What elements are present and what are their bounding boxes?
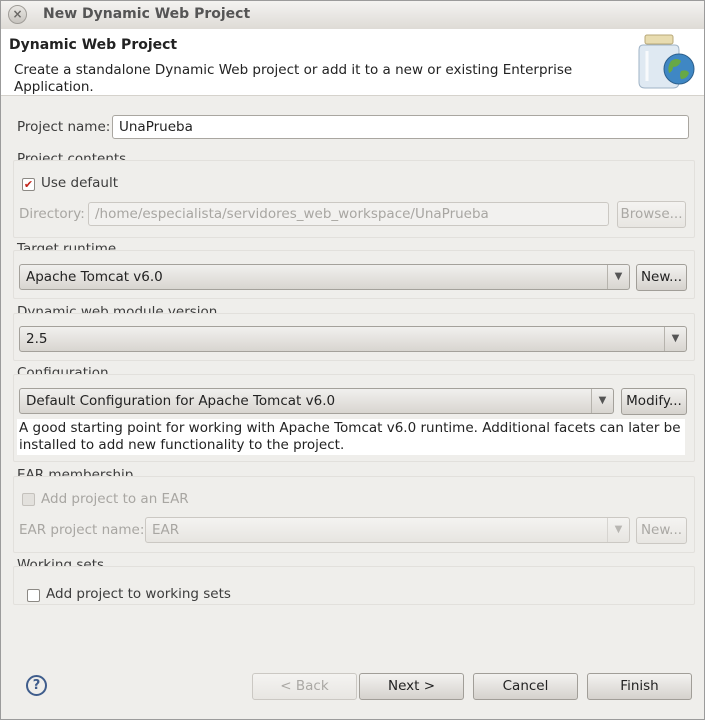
web-module-version-value: 2.5 — [26, 331, 48, 347]
use-default-checkbox[interactable]: ✔ — [22, 178, 35, 191]
configuration-description: A good starting point for working with A… — [17, 419, 685, 455]
cancel-button[interactable]: Cancel — [473, 673, 578, 700]
project-name-input[interactable]: UnaPrueba — [112, 115, 689, 139]
configuration-value: Default Configuration for Apache Tomcat … — [26, 393, 336, 409]
modify-configuration-button[interactable]: Modify... — [621, 388, 687, 415]
use-default-label: Use default — [41, 175, 119, 191]
title-bar: × New Dynamic Web Project — [1, 1, 704, 30]
add-to-working-sets-label: Add project to working sets — [46, 586, 231, 602]
back-button[interactable]: < Back — [252, 673, 357, 700]
new-runtime-button[interactable]: New... — [636, 264, 687, 291]
add-to-ear-label: Add project to an EAR — [41, 491, 189, 507]
target-runtime-select[interactable]: Apache Tomcat v6.0 ▼ — [19, 264, 630, 290]
directory-input[interactable]: /home/especialista/servidores_web_worksp… — [88, 202, 609, 226]
chevron-down-icon[interactable]: ▼ — [607, 518, 629, 542]
wizard-header: Dynamic Web Project Create a standalone … — [1, 29, 704, 96]
browse-button[interactable]: Browse... — [617, 201, 686, 228]
target-runtime-value: Apache Tomcat v6.0 — [26, 269, 163, 285]
finish-button[interactable]: Finish — [587, 673, 692, 700]
close-window-button[interactable]: × — [8, 5, 27, 24]
window-title: New Dynamic Web Project — [43, 6, 251, 22]
new-ear-button[interactable]: New... — [636, 517, 687, 544]
web-project-jar-globe-icon — [633, 31, 701, 91]
project-name-label: Project name: — [17, 119, 111, 135]
project-contents-group — [13, 160, 695, 238]
ear-project-name-label: EAR project name: — [19, 522, 145, 538]
help-icon[interactable]: ? — [26, 675, 47, 696]
add-to-working-sets-checkbox[interactable] — [27, 589, 40, 602]
configuration-select[interactable]: Default Configuration for Apache Tomcat … — [19, 388, 614, 414]
wizard-page-description: Create a standalone Dynamic Web project … — [14, 62, 573, 95]
next-button[interactable]: Next > — [359, 673, 464, 700]
ear-project-name-value: EAR — [152, 522, 180, 538]
directory-label: Directory: — [19, 206, 85, 222]
add-to-ear-checkbox[interactable] — [22, 493, 35, 506]
wizard-page-title: Dynamic Web Project — [9, 37, 178, 53]
chevron-down-icon[interactable]: ▼ — [664, 327, 686, 351]
chevron-down-icon[interactable]: ▼ — [607, 265, 629, 289]
ear-project-name-select[interactable]: EAR ▼ — [145, 517, 630, 543]
dialog-window: × New Dynamic Web Project Dynamic Web Pr… — [0, 0, 705, 720]
chevron-down-icon[interactable]: ▼ — [591, 389, 613, 413]
web-module-version-select[interactable]: 2.5 ▼ — [19, 326, 687, 352]
